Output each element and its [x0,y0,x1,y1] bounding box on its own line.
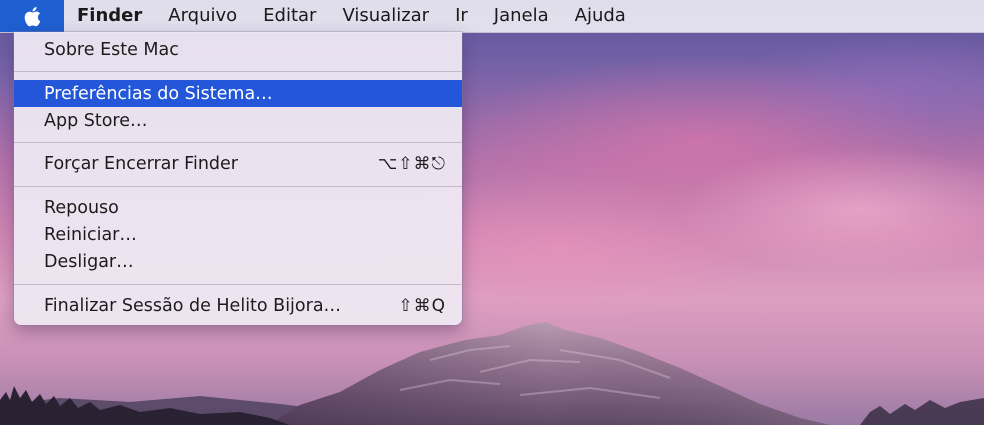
menu-visualizar[interactable]: Visualizar [329,0,442,32]
menu-item-shut-down[interactable]: Desligar… [14,248,462,275]
menu-janela[interactable]: Janela [481,0,562,32]
menu-item-label: Finalizar Sessão de Helito Bijora… [44,295,342,316]
menu-item-label: Forçar Encerrar Finder [44,153,238,174]
menu-separator [14,142,462,143]
menu-ir[interactable]: Ir [442,0,481,32]
apple-menu-button[interactable] [0,0,64,32]
menu-item-sleep[interactable]: Repouso [14,194,462,221]
menu-separator [14,284,462,285]
menu-item-log-out[interactable]: Finalizar Sessão de Helito Bijora… ⇧⌘Q [14,292,462,319]
menu-finder[interactable]: Finder [64,0,155,32]
menu-item-restart[interactable]: Reiniciar… [14,221,462,248]
menu-item-system-preferences[interactable]: Preferências do Sistema… [14,80,462,107]
menu-item-about-this-mac[interactable]: Sobre Este Mac [14,36,462,63]
menu-ajuda[interactable]: Ajuda [562,0,639,32]
menu-item-label: Desligar… [44,251,134,272]
menu-item-label: Sobre Este Mac [44,39,179,60]
menu-separator [14,71,462,72]
menu-arquivo[interactable]: Arquivo [155,0,250,32]
menu-item-label: Reiniciar… [44,224,137,245]
menu-item-force-quit[interactable]: Forçar Encerrar Finder ⌥⇧⌘⎋ [14,150,462,177]
apple-logo-icon [24,6,41,26]
menu-separator [14,186,462,187]
menu-editar[interactable]: Editar [250,0,329,32]
menu-item-label: Preferências do Sistema… [44,83,273,104]
menu-item-app-store[interactable]: App Store… [14,107,462,134]
menu-bar: Finder Arquivo Editar Visualizar Ir Jane… [0,0,984,33]
keyboard-shortcut: ⇧⌘Q [398,295,446,316]
keyboard-shortcut: ⌥⇧⌘⎋ [377,153,446,174]
menu-item-label: Repouso [44,197,119,218]
apple-dropdown-menu: Sobre Este Mac Preferências do Sistema… … [14,32,462,325]
menu-item-label: App Store… [44,110,148,131]
